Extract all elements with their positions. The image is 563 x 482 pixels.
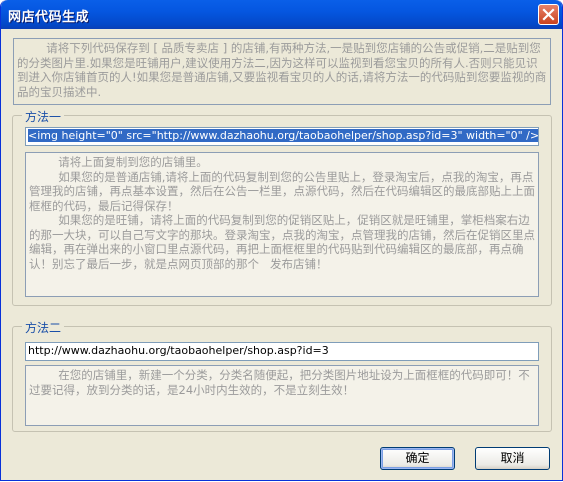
method1-code-input[interactable]: <img height="0" src="http://www.dazhaohu… xyxy=(25,127,539,146)
close-button[interactable] xyxy=(538,4,559,25)
method1-code-text: <img height="0" src="http://www.dazhaohu… xyxy=(28,129,539,142)
intro-memo[interactable]: 请将下列代码保存到 [ 品质专卖店 ] 的店铺,有两种方法,一是贴到您店铺的公告… xyxy=(13,38,551,105)
cancel-button[interactable]: 取消 xyxy=(475,447,550,470)
method2-url-input[interactable]: http://www.dazhaohu.org/taobaohelper/sho… xyxy=(25,342,539,361)
method1-instructions-memo[interactable]: 请将上面复制到您的店铺里。 如果您的是普通店铺,请将上面的代码复制到您的公告里贴… xyxy=(25,152,539,297)
method2-instructions-memo[interactable]: 在您的店铺里，新建一个分类，分类名随便起，把分类图片地址设为上面框框的代码即可！… xyxy=(25,365,539,426)
close-icon xyxy=(542,8,555,21)
dialog-client: 请将下列代码保存到 [ 品质专卖店 ] 的店铺,有两种方法,一是贴到您店铺的公告… xyxy=(5,29,558,476)
title-bar[interactable]: 网店代码生成 xyxy=(1,0,562,29)
window-title: 网店代码生成 xyxy=(8,10,90,25)
dialog-window: 网店代码生成 请将下列代码保存到 [ 品质专卖店 ] 的店铺,有两种方法,一是贴… xyxy=(0,0,563,481)
method1-label: 方法一 xyxy=(22,108,65,125)
method2-label: 方法二 xyxy=(22,319,65,336)
ok-button[interactable]: 确定 xyxy=(380,447,455,470)
